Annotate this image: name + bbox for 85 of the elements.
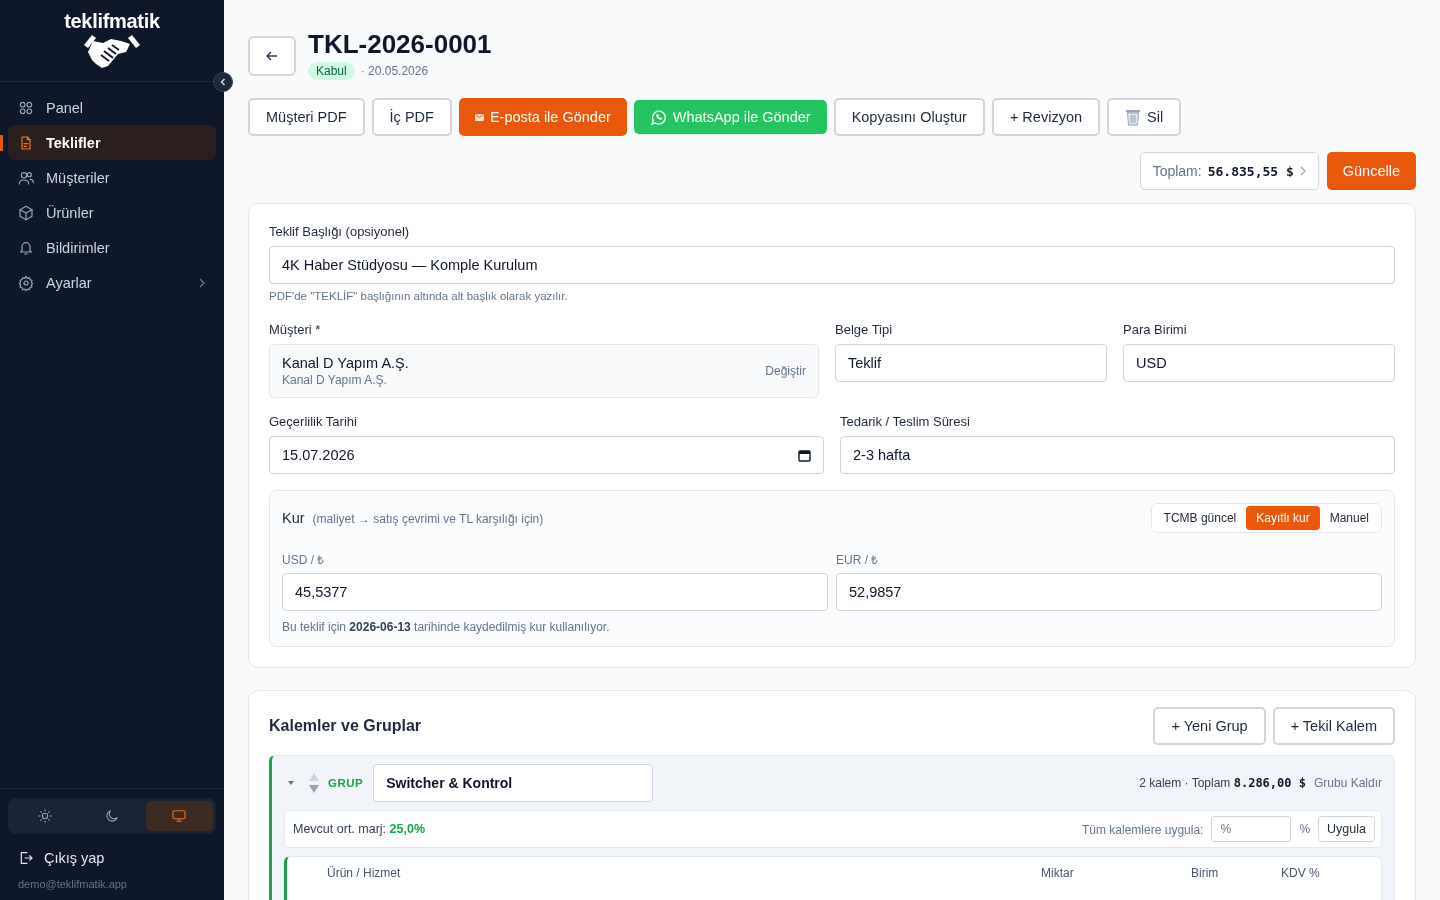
field-label: Tedarik / Teslim Süresi xyxy=(840,414,971,429)
chevron-left-icon xyxy=(218,77,228,87)
grid-icon xyxy=(18,99,34,116)
action-button[interactable]: Kopyasını Oluştur xyxy=(833,98,985,136)
group-summary: 2 kalem · Toplam 8.286,00 $ xyxy=(1139,776,1306,790)
update-button[interactable]: Güncelle xyxy=(1326,152,1416,190)
customer-field[interactable]: Kanal D Yapım A.Ş. Kanal D Yapım A.Ş. Değiştir xyxy=(269,344,819,398)
delivery-field[interactable]: 2-3 hafta xyxy=(840,436,1395,474)
chevron-right-icon xyxy=(198,277,206,288)
margin-text: Mevcut ort. marj: 25,0% xyxy=(293,822,425,836)
action-button[interactable]: + Revizyon xyxy=(991,98,1100,136)
field-label: Belge Tipi xyxy=(835,322,894,337)
field-label: USD / ₺ xyxy=(282,552,326,568)
theme-button[interactable] xyxy=(145,801,213,831)
apply-button[interactable]: Uygula xyxy=(1318,816,1375,842)
caret-icon xyxy=(288,779,294,786)
envelope-icon xyxy=(474,113,484,121)
page-title: TKL-2026-0001 xyxy=(308,28,492,60)
users-icon xyxy=(18,169,34,186)
field-label: Para Birimi xyxy=(1123,322,1188,337)
field-label: Geçerlilik Tarihi xyxy=(269,414,358,429)
user-email: demo@teklifmatik.app xyxy=(17,877,128,890)
nav-item[interactable]: Ayarlar xyxy=(8,265,216,300)
trash-icon xyxy=(1125,108,1141,126)
calendar-icon xyxy=(798,448,811,462)
total-summary[interactable]: Toplam: 56.835,55 $ xyxy=(1139,152,1319,190)
monitor-icon xyxy=(171,808,188,824)
back-button[interactable] xyxy=(248,36,296,76)
chevron-right-icon xyxy=(1299,166,1306,176)
rate-info: Bu teklif için 2026-06-13 tarihinde kaydedilmiş kur kullanılıyor. xyxy=(282,620,611,634)
group-name-field[interactable]: Switcher & Kontrol xyxy=(373,764,654,802)
bell-icon xyxy=(18,239,34,256)
settings-icon xyxy=(18,274,34,291)
nav-item[interactable]: Bildirimler xyxy=(8,230,216,265)
doc-type-field[interactable]: Teklif xyxy=(835,344,1107,382)
collapse-button[interactable] xyxy=(213,72,233,92)
change-link[interactable]: Değiştir xyxy=(765,364,806,378)
field-label: Teklif Başlığı (opsiyonel) xyxy=(269,224,411,239)
chat-bubble-icon xyxy=(649,108,667,126)
nav-item[interactable]: Ürünler xyxy=(8,195,216,230)
section-title: Kalemler ve Gruplar xyxy=(269,717,422,735)
rate-mode-option[interactable]: Kayıtlı kur xyxy=(1246,506,1320,530)
title-field[interactable]: 4K Haber Stüdyosu — Komple Kurulum xyxy=(269,246,1395,284)
delete-button[interactable]: Sil xyxy=(1107,98,1182,136)
brand-logo: teklifmatik xyxy=(64,10,160,33)
nav-item[interactable]: Müşteriler xyxy=(8,160,216,195)
percent-sign: % xyxy=(1299,822,1311,836)
action-button[interactable]: E-posta ile Gönder xyxy=(458,98,627,136)
rates-title: Kur xyxy=(282,510,305,526)
column-header: Miktar xyxy=(1041,866,1074,880)
field-label: EUR / ₺ xyxy=(836,552,880,568)
active-marker xyxy=(0,135,3,151)
nav-item[interactable]: Panel xyxy=(8,90,216,125)
currency-field[interactable]: USD xyxy=(1123,344,1395,382)
sort-arrows-icon[interactable] xyxy=(308,773,320,793)
column-header: Ürün / Hizmet xyxy=(327,866,401,880)
action-button[interactable]: İç PDF xyxy=(371,98,452,136)
logout-icon xyxy=(18,850,34,866)
moon-icon xyxy=(104,808,120,824)
rate-mode-option[interactable]: TCMB güncel xyxy=(1153,506,1247,530)
column-header: KDV % xyxy=(1281,866,1320,880)
rate-field[interactable]: 52,9857 xyxy=(836,573,1382,611)
add-button[interactable]: + Tekil Kalem xyxy=(1272,707,1395,745)
handshake-icon xyxy=(82,33,142,71)
arrow-left-icon xyxy=(265,49,279,63)
apply-label: Tüm kalemlere uygula: xyxy=(1082,822,1204,838)
column-header: Birim xyxy=(1191,866,1219,880)
box-icon xyxy=(18,204,34,221)
status-badge: Kabul xyxy=(308,62,355,80)
group-tag: GRUP xyxy=(328,777,364,789)
logout-link[interactable]: Çıkış yap xyxy=(8,842,216,866)
action-button[interactable]: Müşteri PDF xyxy=(248,98,365,136)
add-button[interactable]: + Yeni Grup xyxy=(1153,707,1266,745)
remove-group-link[interactable]: Grubu Kaldır xyxy=(1313,776,1382,790)
rate-field[interactable]: 45,5377 xyxy=(282,573,828,611)
rate-mode-option[interactable]: Manuel xyxy=(1319,506,1379,530)
sun-icon xyxy=(36,808,53,824)
date-field[interactable]: 15.07.2026 xyxy=(269,436,824,474)
date-text: · 20.05.2026 xyxy=(360,64,429,78)
rates-note: (maliyet → satış çevrimi ve TL karşılığı için) xyxy=(312,512,544,526)
document-icon xyxy=(18,134,34,151)
customer-subtitle: Kanal D Yapım A.Ş. xyxy=(282,373,388,387)
margin-input[interactable]: % xyxy=(1211,816,1292,842)
field-label: Müşteri * xyxy=(269,322,322,337)
field-hint: PDF'de "TEKLİF" başlığının altında alt başlık olarak yazılır. xyxy=(269,290,569,302)
